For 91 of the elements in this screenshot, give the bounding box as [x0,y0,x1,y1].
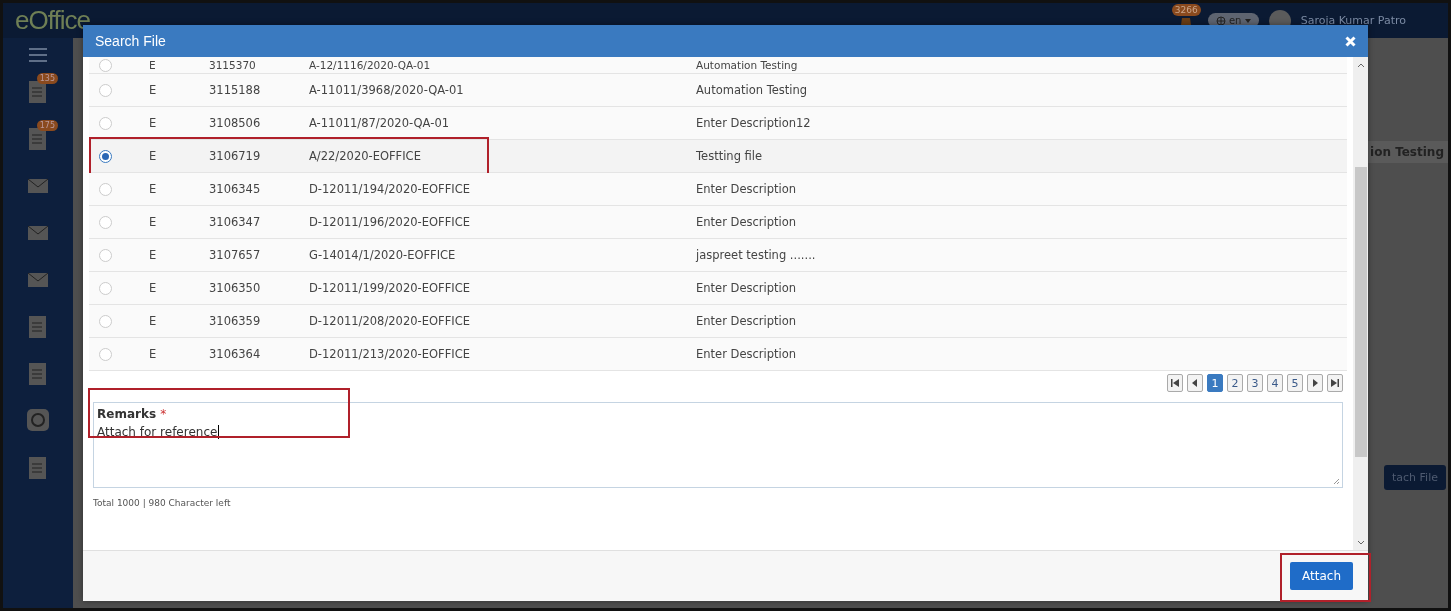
description-cell-text: jaspreet testing ....... [696,248,817,262]
scroll-down-icon[interactable] [1356,539,1365,547]
file-number-cell-text: D-12011/208/2020-EOFFICE [309,314,471,328]
file-number-cell-text: D-12011/213/2020-EOFFICE [309,347,471,361]
type-cell-text: E [149,347,158,361]
notification-badge: 3266 [1171,3,1201,16]
page-button[interactable]: 1 [1207,374,1223,392]
radio-button[interactable] [99,149,112,163]
file-number-cell-text: A/22/2020-EOFFICE [309,149,422,163]
radio-button[interactable] [99,215,112,229]
gear-icon[interactable] [26,408,50,434]
type-cell-text: E [149,314,158,328]
file-row[interactable]: E 3106719 A/22/2020-EOFFICE Testting file [89,140,1347,173]
file-id-cell-text: 3108506 [209,116,262,130]
count-badge: 175 [36,120,58,131]
dialog-title: Search File [95,33,167,49]
caret-icon [1244,19,1251,23]
attach-button[interactable]: Attach [1290,562,1353,590]
file-id-cell-text: 3106719 [209,149,262,163]
menu-icon[interactable] [29,48,47,62]
description-cell-text: Enter Description [696,314,798,328]
radio-button[interactable] [99,314,112,328]
type-cell-text: E [149,182,158,196]
type-cell-text: E [149,83,158,97]
page-button[interactable]: 4 [1267,374,1283,392]
character-counter: Total 1000 | 980 Character left [93,498,232,508]
file-row[interactable]: E 3106347 D-12011/196/2020-EOFFICE Enter Description [89,206,1347,239]
file-number-cell-text: G-14014/1/2020-EOFFICE [309,248,457,262]
scroll-up-icon[interactable] [1356,61,1365,69]
file-row[interactable]: E 3108506 A-11011/87/2020-QA-01 Enter Description12 [89,107,1347,140]
file-number-cell-text: A-11011/3968/2020-QA-01 [309,83,465,97]
type-cell-text: E [149,215,158,229]
tab-label: ion Testing [1366,141,1448,163]
description-cell-text: Enter Description [696,281,798,295]
file-id-cell-text: 3115188 [209,83,262,97]
file-number-cell-text: D-12011/194/2020-EOFFICE [309,182,471,196]
close-icon[interactable] [1345,35,1356,47]
prev-page-button[interactable] [1187,374,1203,392]
radio-button[interactable] [99,182,112,196]
description-cell-text: Automation Testing [696,83,809,97]
file-id-cell-text: 3106364 [209,347,262,361]
file-row[interactable]: E 3106364 D-12011/213/2020-EOFFICE Enter Description [89,338,1347,371]
description-cell-text: Automation Testing [696,59,799,71]
radio-button[interactable] [99,116,112,130]
last-page-icon [1328,376,1342,390]
radio-button[interactable] [99,281,112,295]
file-row[interactable]: E 3115188 A-11011/3968/2020-QA-01 Automation Testing [89,74,1347,107]
description-cell-text: Enter Description [696,182,798,196]
first-page-button[interactable] [1167,374,1183,392]
user-name[interactable]: Saroja Kumar Patro [1300,14,1406,27]
type-cell-text: E [149,149,158,163]
file-number-cell-text: A-12/1116/2020-QA-01 [309,59,432,71]
page-button[interactable]: 3 [1247,374,1263,392]
radio-button[interactable] [99,83,112,97]
next-page-button[interactable] [1307,374,1323,392]
file-id-cell-text: 3106347 [209,215,262,229]
file-id-cell-text: 3106359 [209,314,262,328]
file-id-cell-text: 3106350 [209,281,262,295]
file-id-cell-text: 3107657 [209,248,262,262]
description-cell-text: Enter Description12 [696,116,812,130]
description-cell-text: Enter Description [696,215,798,229]
radio-button[interactable] [99,58,112,72]
description-cell-text: Enter Description [696,347,798,361]
remarks-label: Remarks * [97,407,167,421]
scrollbar[interactable] [1353,57,1368,550]
type-cell-text: E [149,281,158,295]
file-row[interactable]: E 3107657 G-14014/1/2020-EOFFICE jaspreet testing ....... [89,239,1347,272]
type-cell-text: E [149,59,157,71]
file-row[interactable]: E 3106359 D-12011/208/2020-EOFFICE Enter Description [89,305,1347,338]
file-number-cell-text: D-12011/199/2020-EOFFICE [309,281,471,295]
app-logo: eOffice [15,5,90,36]
file-row[interactable]: E 3106350 D-12011/199/2020-EOFFICE Enter Description [89,272,1347,305]
radio-button[interactable] [99,248,112,262]
type-cell-text: E [149,116,158,130]
file-number-cell-text: A-11011/87/2020-QA-01 [309,116,451,130]
type-cell-text: E [149,248,158,262]
description-cell-text: Testting file [696,149,764,163]
radio-button[interactable] [99,347,112,361]
last-page-button[interactable] [1327,374,1343,392]
page-button[interactable]: 2 [1227,374,1243,392]
file-id-cell-text: 3106345 [209,182,262,196]
count-badge: 135 [36,73,58,84]
file-number-cell-text: D-12011/196/2020-EOFFICE [309,215,471,229]
first-page-icon [1168,376,1182,390]
page-button[interactable]: 5 [1287,374,1303,392]
file-id-cell-text: 3115370 [209,59,257,71]
resize-grip-icon[interactable] [1333,478,1340,485]
globe-icon [1215,16,1226,26]
scroll-thumb[interactable] [1354,167,1367,457]
file-row[interactable]: E 3115370 A-12/1116/2020-QA-01 Automation Testing [89,57,1347,74]
file-row[interactable]: E 3106345 D-12011/194/2020-EOFFICE Enter Description [89,173,1347,206]
